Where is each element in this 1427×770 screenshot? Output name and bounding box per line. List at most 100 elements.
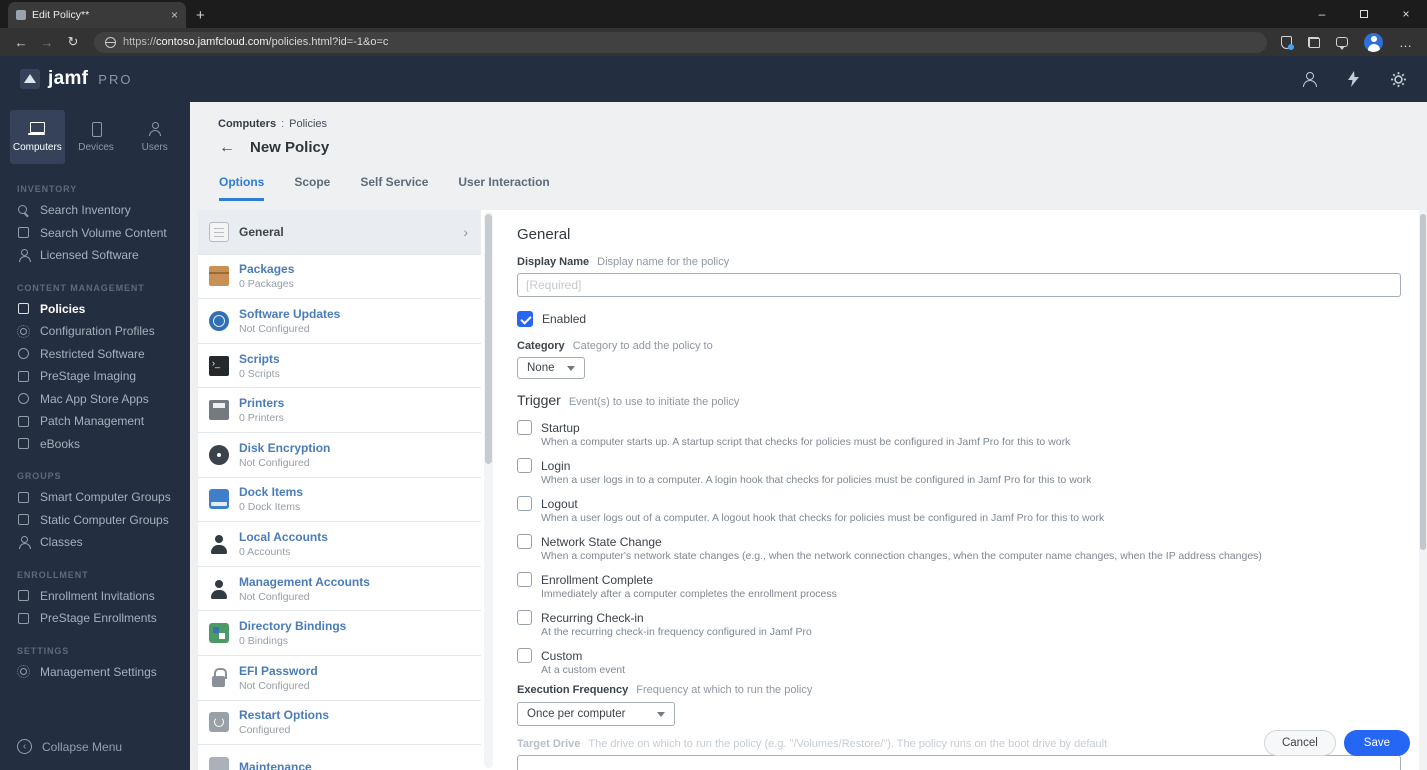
sidebar-item-ebooks[interactable]: eBooks [0, 433, 190, 456]
enrollment-complete-checkbox[interactable] [517, 572, 532, 587]
context-tab-users[interactable]: Users [127, 110, 182, 164]
sidebar-item-enrollment-invitations[interactable]: Enrollment Invitations [0, 585, 190, 608]
local-accounts-icon [209, 534, 229, 554]
collections-icon[interactable] [1308, 36, 1320, 48]
sidebar: Computers Devices Users INVENTORY Search… [0, 102, 190, 770]
settings-item-maintenance[interactable]: Maintenance [198, 745, 481, 770]
feedback-icon[interactable] [1336, 37, 1348, 50]
browser-tab[interactable]: Edit Policy** × [8, 2, 186, 28]
address-bar[interactable]: https://contoso.jamfcloud.com/policies.h… [94, 31, 1267, 53]
tab-title: Edit Policy** [32, 9, 90, 21]
settings-item-general[interactable]: General › [198, 210, 481, 255]
prestage-imaging-icon [17, 370, 30, 383]
sidebar-item-prestage-enrollments[interactable]: PreStage Enrollments [0, 607, 190, 630]
tab-user-interaction[interactable]: User Interaction [458, 175, 549, 201]
login-checkbox[interactable] [517, 458, 532, 473]
settings-item-dock-items[interactable]: Dock Items 0 Dock Items [198, 477, 481, 523]
settings-item-efi-password[interactable]: EFI Password Not Configured [198, 655, 481, 701]
cancel-button[interactable]: Cancel [1263, 730, 1336, 756]
custom-checkbox[interactable] [517, 648, 532, 663]
trigger-logout: Logout When a user logs out of a compute… [517, 496, 1401, 524]
profile-avatar[interactable] [1364, 32, 1383, 52]
execution-frequency-select[interactable]: Once per computer [517, 702, 675, 726]
settings-item-scripts[interactable]: Scripts0 Scripts [198, 343, 481, 389]
settings-item-management-accounts[interactable]: Management Accounts Not Configured [198, 566, 481, 612]
disk-encryption-icon [209, 444, 229, 465]
back-button[interactable]: ← [8, 35, 34, 50]
window-maximize-button[interactable] [1343, 0, 1385, 28]
payload-list-scrollbar[interactable] [484, 212, 493, 768]
sidebar-item-search-volume-content[interactable]: Search Volume Content [0, 222, 190, 245]
software-updates-icon [209, 310, 229, 331]
settings-item-directory-bindings[interactable]: Directory Bindings 0 Bindings [198, 611, 481, 656]
tab-scope[interactable]: Scope [294, 175, 330, 201]
refresh-button[interactable]: ↻ [60, 34, 86, 50]
browser-more-icon[interactable]: … [1399, 35, 1413, 50]
browser-navbar: ← → ↻ https://contoso.jamfcloud.com/poli… [0, 28, 1427, 56]
target-drive-input [517, 755, 1401, 770]
recurring-check-in-checkbox[interactable] [517, 610, 532, 625]
settings-item-local-accounts[interactable]: Local Accounts 0 Accounts [198, 522, 481, 567]
settings-item-disk-encryption[interactable]: Disk Encryption Not Configured [198, 432, 481, 478]
tracking-prevention-icon[interactable] [1281, 35, 1294, 50]
sidebar-item-search-inventory[interactable]: Search Inventory [0, 199, 190, 222]
tab-favicon [16, 10, 26, 20]
trigger-enrollment-complete: Enrollment Complete Immediately after a … [517, 572, 1401, 600]
sidebar-item-management-settings[interactable]: Management Settings [0, 661, 190, 684]
sidebar-item-patch-management[interactable]: Patch Management [0, 410, 190, 433]
logout-checkbox[interactable] [517, 496, 532, 511]
back-to-policies-button[interactable]: ← [219, 139, 235, 156]
sidebar-item-licensed-software[interactable]: Licensed Software [0, 244, 190, 267]
browser-toolbar-icons: … [1275, 32, 1419, 52]
sidebar-item-mac-app-store-apps[interactable]: Mac App Store Apps [0, 388, 190, 411]
save-button[interactable]: Save [1343, 730, 1410, 756]
context-tab-devices[interactable]: Devices [69, 110, 124, 164]
sidebar-item-static-computer-groups[interactable]: Static Computer Groups [0, 509, 190, 532]
settings-gear-icon[interactable] [1390, 71, 1407, 88]
browser-window: Edit Policy** × + – × ← → ↻ https://cont… [0, 0, 1427, 770]
dock-items-icon [209, 489, 229, 510]
sidebar-item-configuration-profiles[interactable]: Configuration Profiles [0, 320, 190, 343]
tab-options[interactable]: Options [219, 175, 265, 201]
page-scrollbar[interactable] [1419, 210, 1427, 770]
quick-actions-icon[interactable] [1347, 71, 1360, 87]
breadcrumb-policies[interactable]: Policies [289, 118, 327, 130]
tab-self-service[interactable]: Self Service [360, 175, 428, 201]
sidebar-item-smart-computer-groups[interactable]: Smart Computer Groups [0, 486, 190, 509]
sidebar-item-restricted-software[interactable]: Restricted Software [0, 343, 190, 366]
trigger-recurring-check-in: Recurring Check-in At the recurring chec… [517, 610, 1401, 638]
window-minimize-button[interactable]: – [1301, 0, 1343, 28]
window-close-button[interactable]: × [1385, 0, 1427, 28]
network-state-change-checkbox[interactable] [517, 534, 532, 549]
settings-item-packages[interactable]: Packages 0 Packages [198, 254, 481, 300]
patch-management-icon [17, 415, 30, 428]
chevron-down-icon [657, 711, 665, 717]
general-form: General Display Name Display name for the… [497, 210, 1419, 770]
footer-actions: Cancel Save [1263, 730, 1410, 756]
context-tabs: Computers Devices Users [0, 102, 190, 168]
sidebar-item-prestage-imaging[interactable]: PreStage Imaging [0, 365, 190, 388]
management-settings-icon [17, 665, 30, 679]
settings-item-software-updates[interactable]: Software Updates Not Configured [198, 299, 481, 344]
tab-close-icon[interactable]: × [171, 9, 178, 21]
forward-button[interactable]: → [34, 35, 60, 50]
context-tab-computers[interactable]: Computers [10, 110, 65, 164]
category-select[interactable]: None [517, 357, 585, 379]
startup-checkbox[interactable] [517, 420, 532, 435]
new-tab-button[interactable]: + [196, 7, 205, 24]
enabled-checkbox[interactable] [517, 311, 533, 327]
display-name-input[interactable] [517, 273, 1401, 297]
breadcrumb-computers[interactable]: Computers [218, 118, 276, 130]
sidebar-item-policies[interactable]: Policies [0, 298, 190, 321]
trigger-heading: Trigger Event(s) to use to initiate the p… [517, 392, 740, 408]
scrollbar-thumb[interactable] [1420, 214, 1426, 550]
users-icon [146, 121, 164, 136]
static-groups-icon [17, 513, 30, 526]
sidebar-item-classes[interactable]: Classes [0, 531, 190, 554]
settings-item-restart-options[interactable]: Restart Options Configured [198, 700, 481, 746]
account-icon[interactable] [1302, 71, 1317, 87]
scrollbar-thumb[interactable] [485, 214, 492, 465]
collapse-menu-button[interactable]: ‹ Collapse Menu [17, 739, 122, 754]
settings-item-printers[interactable]: Printers 0 Printers [198, 388, 481, 433]
jamf-logo[interactable]: jamf PRO [20, 68, 132, 90]
